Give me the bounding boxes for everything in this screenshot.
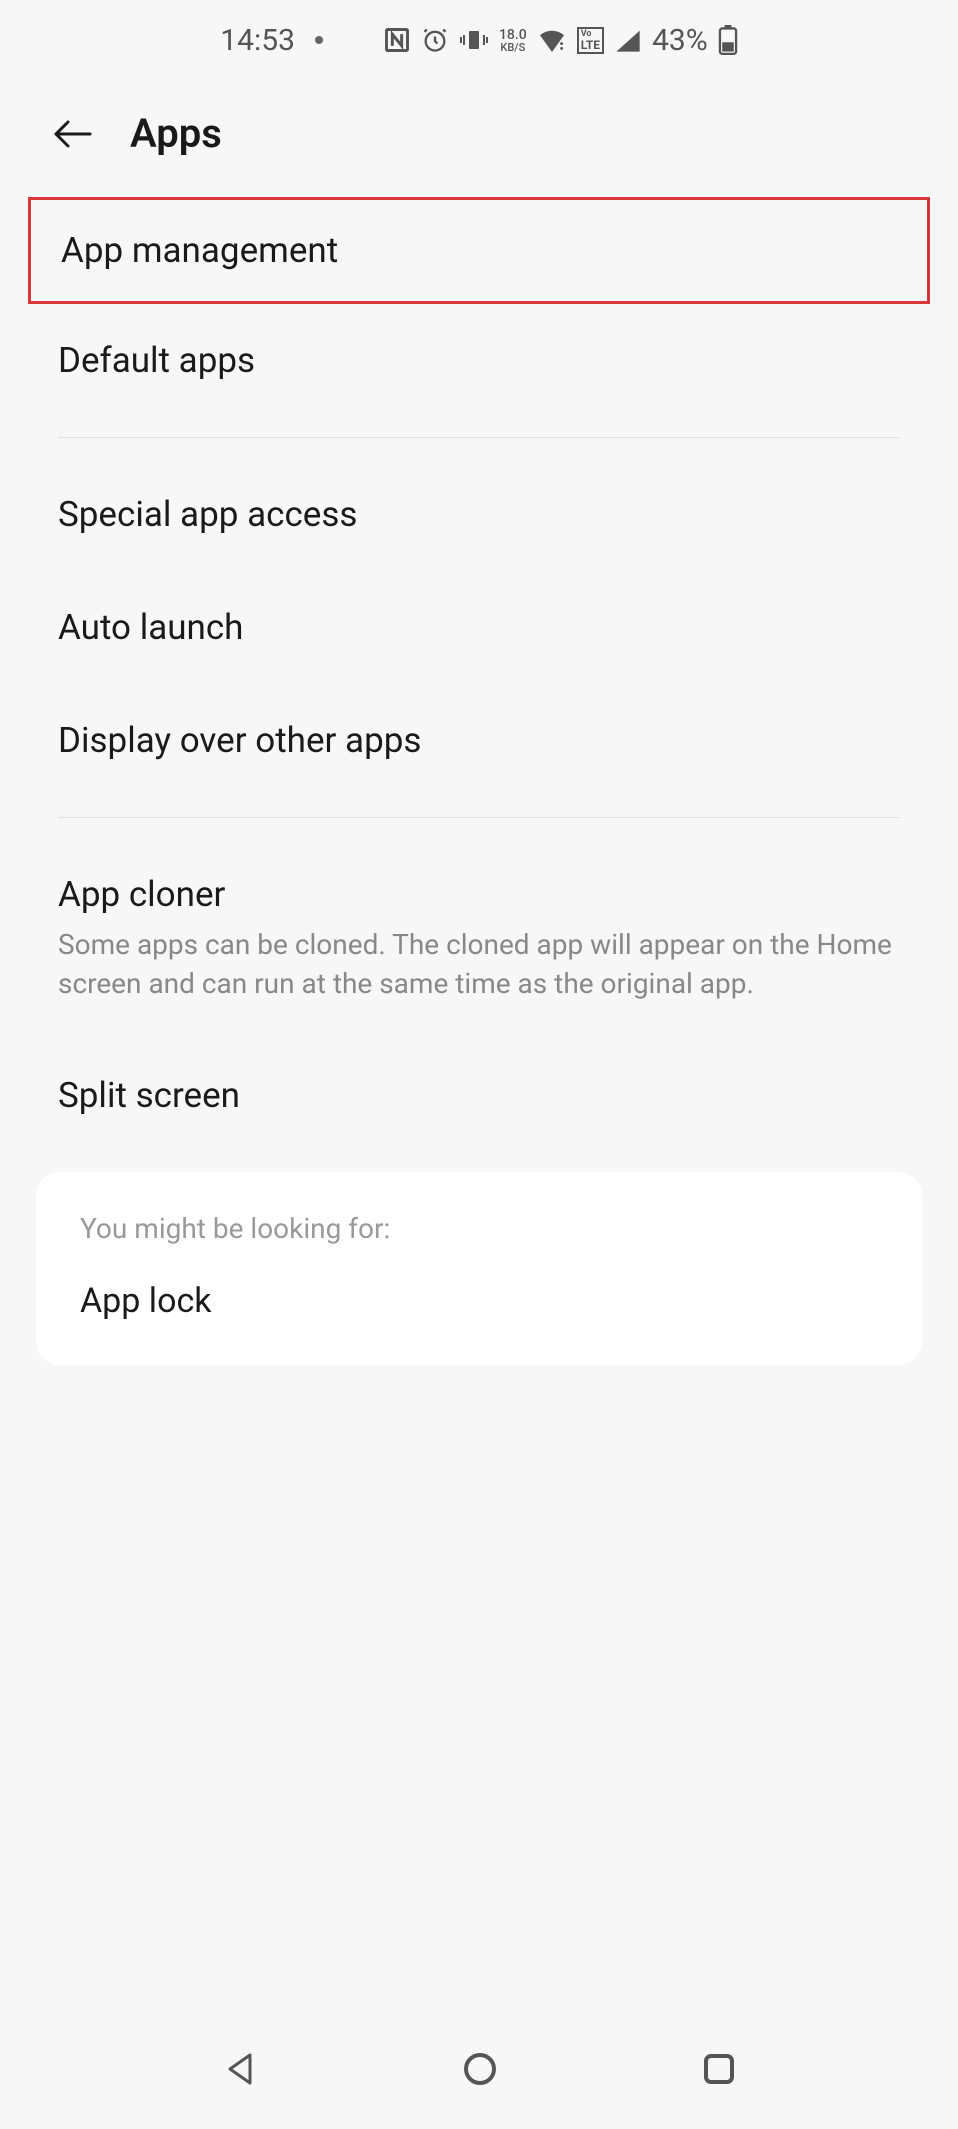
item-description: Some apps can be cloned. The cloned app … [58,925,900,1003]
wifi-icon [537,28,567,52]
alarm-icon [421,26,449,54]
status-bar: 14:53 18.0 KB/S [0,0,958,80]
item-label: Special app access [58,494,900,535]
page-title: Apps [130,110,222,157]
item-label: App management [61,230,897,271]
data-rate-indicator: 18.0 KB/S [499,28,527,53]
battery-icon [718,25,738,55]
suggestion-label: You might be looking for: [80,1212,878,1245]
item-label: Display over other apps [58,720,900,761]
app-lock-suggestion[interactable]: App lock [80,1281,878,1321]
app-management-item[interactable]: App management [28,197,930,304]
item-label: Default apps [58,340,900,381]
app-cloner-item[interactable]: App cloner Some apps can be cloned. The … [0,838,958,1039]
nav-home-button[interactable] [460,2049,500,2089]
split-screen-item[interactable]: Split screen [0,1039,958,1152]
auto-launch-item[interactable]: Auto launch [0,571,958,684]
item-label: Auto launch [58,607,900,648]
volte-icon: Vo LTE [577,27,604,54]
item-label: App cloner [58,874,900,915]
battery-percent: 43% [652,23,708,58]
status-dot-icon [315,36,323,44]
data-rate-unit: KB/S [500,42,525,53]
page-header: Apps [0,80,958,197]
display-over-other-apps-item[interactable]: Display over other apps [0,684,958,797]
vibrate-icon [459,27,489,53]
special-app-access-item[interactable]: Special app access [0,458,958,571]
settings-list: App management Default apps Special app … [0,197,958,1365]
suggestion-card: You might be looking for: App lock [36,1172,922,1365]
nfc-icon [383,26,411,54]
item-label: Split screen [58,1075,900,1116]
section-divider [58,437,900,438]
navigation-bar [0,2009,958,2129]
signal-icon [614,28,642,52]
data-rate-value: 18.0 [499,28,527,42]
section-divider [58,817,900,818]
default-apps-item[interactable]: Default apps [0,304,958,417]
status-time: 14:53 [220,23,295,58]
back-button[interactable] [50,116,94,152]
nav-back-button[interactable] [220,2049,260,2089]
nav-recent-button[interactable] [700,2050,738,2088]
